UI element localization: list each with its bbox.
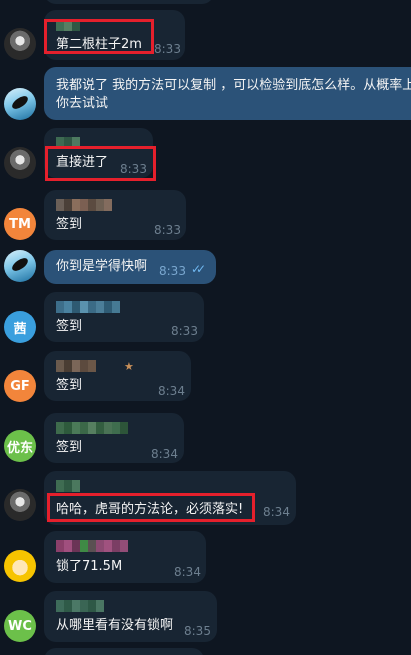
message-time: 8:35 — [184, 624, 211, 638]
message-text: 第二根柱子2m — [56, 37, 142, 52]
next-message-bubble — [44, 648, 204, 655]
message-bubble[interactable]: ★ 签到 8:34 — [44, 351, 191, 401]
avatar[interactable]: 优东 — [4, 430, 36, 462]
avatar[interactable]: GF — [4, 370, 36, 402]
sender-name-redacted[interactable] — [56, 301, 120, 313]
message-bubble[interactable]: 第二根柱子2m 8:33 — [44, 10, 185, 60]
avatar[interactable]: 茜 — [4, 311, 36, 343]
message-time: 8:33 — [120, 162, 147, 176]
previous-message-bubble — [44, 0, 214, 4]
sender-name-redacted[interactable] — [56, 199, 112, 211]
message-time: 8:34 — [151, 447, 178, 461]
sender-name-redacted[interactable] — [56, 137, 80, 149]
message-bubble[interactable]: 签到 8:34 — [44, 413, 184, 463]
message-time: 8:33 — [171, 324, 198, 338]
message-text: 签到 — [56, 440, 83, 455]
sender-name-redacted[interactable] — [56, 19, 80, 31]
avatar[interactable]: TM — [4, 208, 36, 240]
message-time: 8:34 — [263, 505, 290, 519]
message-time: 8:34 — [174, 565, 201, 579]
sender-name-redacted[interactable] — [56, 360, 96, 372]
message-time: 8:34 — [158, 384, 185, 398]
avatar[interactable] — [4, 28, 36, 60]
avatar[interactable] — [4, 147, 36, 179]
message-bubble[interactable]: 你到是学得快啊 8:33 ✓✓ — [44, 250, 216, 284]
message-text-line-1: 我都说了 我的方法可以复制 ，可以检验到底怎么样。从概率上 — [56, 78, 411, 93]
message-time: 8:33 — [154, 223, 181, 237]
chat-history[interactable]: 第二根柱子2m 8:33 我都说了 我的方法可以复制 ，可以检验到底怎么样。从概… — [0, 0, 411, 655]
star-icon: ★ — [124, 360, 134, 373]
message-text: 你到是学得快啊 — [56, 259, 148, 274]
message-text: 签到 — [56, 378, 83, 393]
message-bubble[interactable]: 锁了71.5M 8:34 — [44, 531, 206, 583]
avatar[interactable]: WC — [4, 610, 36, 642]
message-text: 签到 — [56, 217, 83, 232]
message-bubble[interactable]: 签到 8:33 — [44, 292, 204, 342]
message-bubble[interactable]: 从哪里看有没有锁啊 8:35 — [44, 591, 217, 642]
avatar[interactable] — [4, 550, 36, 582]
avatar[interactable] — [4, 250, 36, 282]
message-text: 签到 — [56, 319, 83, 334]
avatar[interactable] — [4, 489, 36, 521]
sender-name-redacted[interactable] — [56, 480, 80, 492]
message-bubble[interactable]: 签到 8:33 — [44, 190, 186, 240]
message-text-line-2: 你去试试 — [56, 96, 109, 111]
message-text: 哈哈，虎哥的方法论，必须落实! — [56, 502, 244, 517]
message-text: 锁了71.5M — [56, 559, 123, 574]
read-check-icon: ✓✓ — [191, 262, 206, 276]
sender-name-redacted[interactable] — [56, 540, 128, 552]
message-bubble[interactable]: 我都说了 我的方法可以复制 ，可以检验到底怎么样。从概率上 你去试试 — [44, 67, 411, 120]
avatar[interactable] — [4, 88, 36, 120]
message-text: 直接进了 — [56, 155, 109, 170]
message-bubble[interactable]: 哈哈，虎哥的方法论，必须落实! 8:34 — [44, 471, 296, 525]
message-time: 8:33 — [159, 264, 186, 278]
sender-name-redacted[interactable] — [56, 600, 104, 612]
message-time: 8:33 — [154, 42, 181, 56]
message-bubble[interactable]: 直接进了 8:33 — [44, 128, 153, 178]
sender-name-redacted[interactable] — [56, 422, 128, 434]
message-text: 从哪里看有没有锁啊 — [56, 618, 174, 633]
